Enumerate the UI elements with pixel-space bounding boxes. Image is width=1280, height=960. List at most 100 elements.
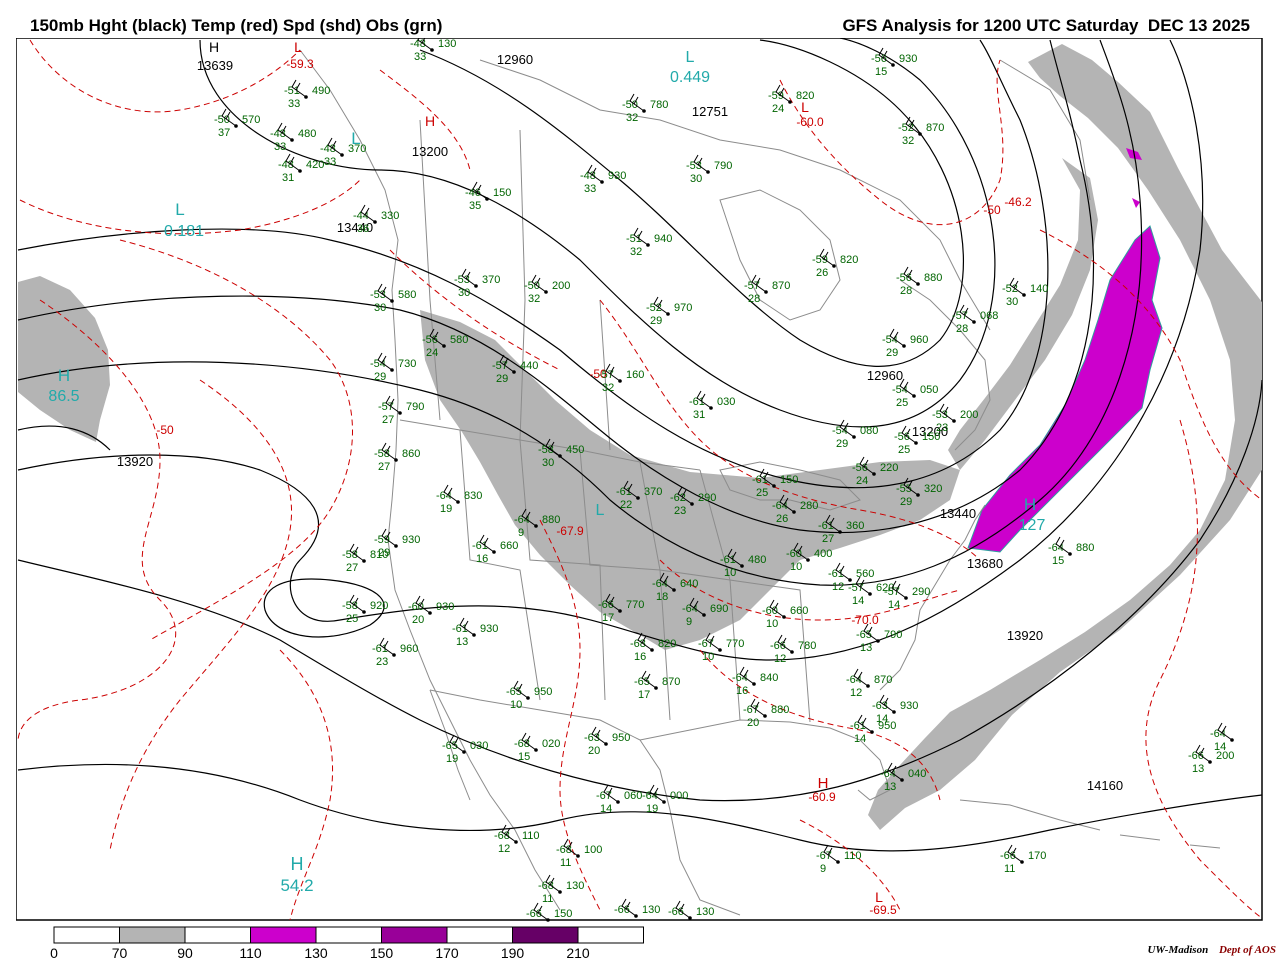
colorbar-box xyxy=(53,926,120,944)
obs-dewpoint-depression: 12 xyxy=(850,687,862,699)
obs-dewpoint-depression: 27 xyxy=(346,562,358,574)
colorbar-tick-label: 190 xyxy=(501,945,525,960)
center-letter: H xyxy=(209,39,219,55)
obs-dewpoint-depression: 32 xyxy=(602,382,614,394)
obs-dewpoint-depression: 19 xyxy=(646,803,658,815)
obs-height: 930 xyxy=(608,170,626,182)
colorbar-tick-label: 90 xyxy=(177,945,193,960)
obs-dewpoint-depression: 9 xyxy=(518,527,524,539)
obs-height: 000 xyxy=(670,790,688,802)
obs-dewpoint-depression: 24 xyxy=(426,347,438,359)
obs-dewpoint-depression: 32 xyxy=(630,246,642,258)
obs-height: 110 xyxy=(522,830,540,842)
obs-dewpoint-depression: 25 xyxy=(896,397,908,409)
obs-height: 130 xyxy=(642,904,660,916)
obs-dewpoint-depression: 9 xyxy=(820,863,826,875)
obs-dewpoint-depression: 32 xyxy=(626,112,638,124)
obs-dewpoint-depression: 28 xyxy=(956,323,968,335)
obs-height: 880 xyxy=(542,514,560,526)
obs-height: 660 xyxy=(500,540,518,552)
obs-height: 860 xyxy=(402,448,420,460)
obs-dewpoint-depression: 31 xyxy=(693,409,705,421)
obs-height: 160 xyxy=(626,369,644,381)
obs-dewpoint-depression: 30 xyxy=(690,173,702,185)
obs-height: 970 xyxy=(674,302,692,314)
obs-height: 150 xyxy=(922,431,940,443)
obs-height: 880 xyxy=(924,272,942,284)
temp-label: -69.5 xyxy=(869,903,897,917)
height-label: 13920 xyxy=(117,454,153,469)
center-letter: H xyxy=(291,854,304,874)
height-label: 13920 xyxy=(1007,628,1043,643)
obs-dewpoint-depression: 28 xyxy=(748,293,760,305)
obs-height: 930 xyxy=(436,601,454,613)
obs-dewpoint-depression: 12 xyxy=(774,653,786,665)
obs-dewpoint-depression: 22 xyxy=(620,499,632,511)
obs-dewpoint-depression: 33 xyxy=(324,156,336,168)
obs-dewpoint-depression: 25 xyxy=(898,444,910,456)
height-label: 14160 xyxy=(1087,778,1123,793)
colorbar-box xyxy=(119,926,186,944)
obs-dewpoint-depression: 12 xyxy=(498,843,510,855)
obs-dewpoint-depression: 23 xyxy=(674,505,686,517)
obs-height: 150 xyxy=(493,187,511,199)
obs-dewpoint-depression: 16 xyxy=(736,685,748,697)
obs-height: 360 xyxy=(846,520,864,532)
obs-dewpoint-depression: 36 xyxy=(357,223,369,235)
obs-height: 450 xyxy=(566,444,584,456)
obs-height: 130 xyxy=(696,906,714,918)
obs-dewpoint-depression: 11 xyxy=(542,893,553,905)
temp-label: -46.2 xyxy=(1004,195,1032,209)
obs-height: 150 xyxy=(780,474,798,486)
center-letter: L xyxy=(875,889,883,905)
center-letter: H xyxy=(425,113,435,129)
obs-height: 870 xyxy=(874,674,892,686)
obs-height: 280 xyxy=(800,500,818,512)
center-letter: H xyxy=(58,366,70,385)
obs-dewpoint-depression: 13 xyxy=(456,636,468,648)
obs-height: 790 xyxy=(406,401,424,413)
obs-dewpoint-depression: 23 xyxy=(376,656,388,668)
height-label: 13639 xyxy=(197,58,233,73)
center-letter: H xyxy=(818,775,829,792)
obs-height: 840 xyxy=(760,672,778,684)
height-label: 13200 xyxy=(412,144,448,159)
obs-height: 950 xyxy=(612,732,630,744)
temp-label: -70.0 xyxy=(851,613,879,627)
obs-height: 100 xyxy=(584,844,602,856)
obs-height: 440 xyxy=(520,360,538,372)
colorbar-box xyxy=(250,926,317,944)
obs-height: 930 xyxy=(402,534,420,546)
colorbar-box xyxy=(512,926,579,944)
obs-dewpoint-depression: 13 xyxy=(884,781,896,793)
obs-dewpoint-depression: 25 xyxy=(346,613,358,625)
obs-dewpoint-depression: 26 xyxy=(776,513,788,525)
colorbar-tick-label: 0 xyxy=(50,945,58,960)
obs-height: 810 xyxy=(370,549,388,561)
obs-height: 780 xyxy=(650,99,668,111)
height-label: 12960 xyxy=(867,368,903,383)
obs-dewpoint-depression: 19 xyxy=(446,753,458,765)
height-label: 13680 xyxy=(967,556,1003,571)
obs-dewpoint-depression: 29 xyxy=(836,438,848,450)
obs-dewpoint-depression: 20 xyxy=(588,745,600,757)
obs-dewpoint-depression: 30 xyxy=(374,302,386,314)
colorbar-tick-label: 110 xyxy=(239,945,262,960)
temp-label: -50 xyxy=(156,423,174,437)
obs-height: 830 xyxy=(464,490,482,502)
temp-label: -50 xyxy=(983,203,1001,217)
obs-dewpoint-depression: 12 xyxy=(832,581,844,593)
obs-dewpoint-depression: 19 xyxy=(440,503,452,515)
obs-dewpoint-depression: 27 xyxy=(822,533,834,545)
obs-dewpoint-depression: 14 xyxy=(888,599,900,611)
obs-dewpoint-depression: 33 xyxy=(584,183,596,195)
obs-dewpoint-depression: 20 xyxy=(747,717,759,729)
center-value: 0.449 xyxy=(670,69,710,86)
center-value: 86.5 xyxy=(48,388,79,405)
obs-height: 150 xyxy=(554,908,572,920)
obs-height: 480 xyxy=(298,128,316,140)
obs-height: 580 xyxy=(450,334,468,346)
colorbar-box xyxy=(184,926,251,944)
obs-height: 290 xyxy=(698,492,716,504)
obs-dewpoint-depression: 28 xyxy=(900,285,912,297)
